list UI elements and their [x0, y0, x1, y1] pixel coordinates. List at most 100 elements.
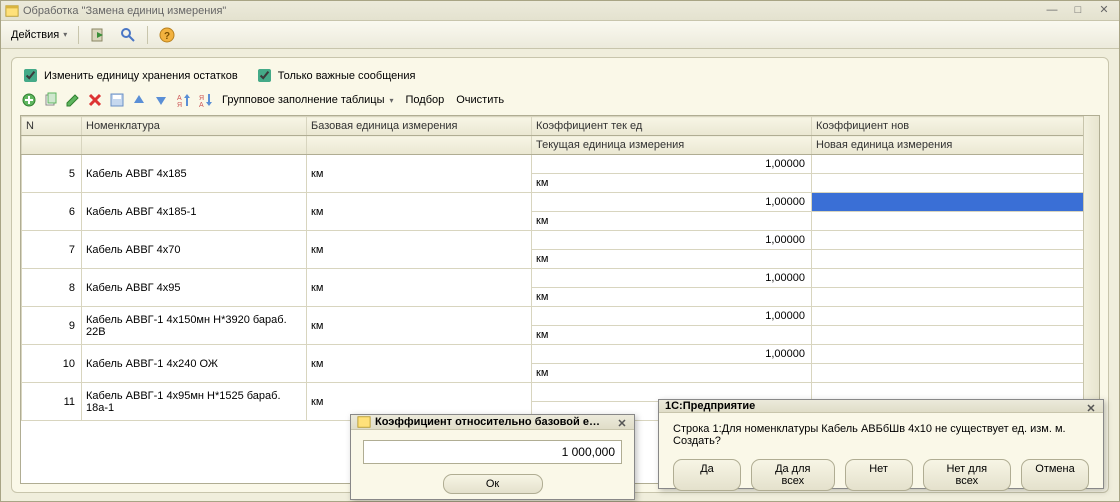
yes-all-button[interactable]: Да для всех: [751, 459, 835, 491]
svg-text:Я: Я: [199, 95, 204, 102]
header-base[interactable]: Базовая единица измерения: [307, 117, 532, 136]
help-button[interactable]: ?: [153, 25, 181, 45]
execute-button[interactable]: [84, 25, 112, 45]
change-storage-unit-input[interactable]: [24, 69, 37, 82]
cancel-button[interactable]: Отмена: [1021, 459, 1089, 491]
coef-input[interactable]: [363, 440, 622, 464]
cell-coef-new[interactable]: [812, 231, 1099, 250]
clear-button[interactable]: Очистить: [452, 92, 508, 108]
minimize-button[interactable]: —: [1041, 3, 1063, 19]
header-coef-new[interactable]: Коэффициент нов: [812, 117, 1099, 136]
maximize-button[interactable]: □: [1067, 3, 1089, 19]
coef-dialog-title-bar[interactable]: Коэффициент относительно базовой е… ✕: [351, 415, 634, 430]
cell-nomen[interactable]: Кабель АВВГ 4x95: [82, 269, 307, 307]
cell-base[interactable]: км: [307, 193, 532, 231]
select-button[interactable]: Подбор: [402, 92, 449, 108]
cell-n[interactable]: 5: [22, 155, 82, 193]
table-row[interactable]: 5Кабель АВВГ 4x185км1,00000: [22, 155, 1099, 174]
only-important-check[interactable]: Только важные сообщения: [254, 66, 416, 85]
change-storage-unit-check[interactable]: Изменить единицу хранения остатков: [20, 66, 238, 85]
table-row[interactable]: 7Кабель АВВГ 4x70км1,00000: [22, 231, 1099, 250]
cell-coef-new[interactable]: [812, 193, 1099, 212]
cell-nomen[interactable]: Кабель АВВГ-1 4x95мн Н*1525 бараб. 18а-1: [82, 383, 307, 421]
coef-ok-button[interactable]: Ок: [443, 474, 543, 494]
cell-cur-unit[interactable]: км: [532, 212, 812, 231]
cell-n[interactable]: 6: [22, 193, 82, 231]
confirm-dialog-title-bar[interactable]: 1С:Предприятие ✕: [659, 400, 1103, 413]
cell-nomen[interactable]: Кабель АВВГ 4x185: [82, 155, 307, 193]
confirm-dialog-close[interactable]: ✕: [1083, 402, 1099, 418]
close-button[interactable]: ✕: [1093, 3, 1115, 19]
cell-n[interactable]: 10: [22, 345, 82, 383]
cell-coef-new[interactable]: [812, 345, 1099, 364]
sort-asc-button[interactable]: АЯ: [174, 91, 192, 109]
save-button[interactable]: [108, 91, 126, 109]
no-all-button[interactable]: Нет для всех: [923, 459, 1011, 491]
cell-nomen[interactable]: Кабель АВВГ-1 4x240 ОЖ: [82, 345, 307, 383]
sort-desc-icon: ЯА: [197, 92, 213, 108]
cell-new-unit[interactable]: [812, 250, 1099, 269]
table-row[interactable]: 8Кабель АВВГ 4x95км1,00000: [22, 269, 1099, 288]
app-icon: [357, 415, 371, 429]
cell-cur-unit[interactable]: км: [532, 326, 812, 345]
cell-coef-new[interactable]: [812, 307, 1099, 326]
yes-button[interactable]: Да: [673, 459, 741, 491]
cell-coef-cur[interactable]: 1,00000: [532, 155, 812, 174]
cell-n[interactable]: 8: [22, 269, 82, 307]
cell-coef-cur[interactable]: 1,00000: [532, 269, 812, 288]
cell-cur-unit[interactable]: км: [532, 364, 812, 383]
add-button[interactable]: [20, 91, 38, 109]
cell-nomen[interactable]: Кабель АВВГ 4x70: [82, 231, 307, 269]
table-row[interactable]: 9Кабель АВВГ-1 4x150мн Н*3920 бараб. 22В…: [22, 307, 1099, 326]
move-up-button[interactable]: [130, 91, 148, 109]
edit-button[interactable]: [64, 91, 82, 109]
cell-new-unit[interactable]: [812, 212, 1099, 231]
cell-base[interactable]: км: [307, 307, 532, 345]
header-coef-cur[interactable]: Коэффициент тек ед: [532, 117, 812, 136]
cell-nomen[interactable]: Кабель АВВГ-1 4x150мн Н*3920 бараб. 22В: [82, 307, 307, 345]
table-row[interactable]: 6Кабель АВВГ 4x185-1км1,00000: [22, 193, 1099, 212]
cell-base[interactable]: км: [307, 231, 532, 269]
cell-n[interactable]: 9: [22, 307, 82, 345]
cell-coef-cur[interactable]: 1,00000: [532, 231, 812, 250]
cell-n[interactable]: 7: [22, 231, 82, 269]
only-important-input[interactable]: [258, 69, 271, 82]
move-down-button[interactable]: [152, 91, 170, 109]
cell-coef-cur[interactable]: 1,00000: [532, 193, 812, 212]
cell-cur-unit[interactable]: км: [532, 288, 812, 307]
subheader-cur[interactable]: Текущая единица измерения: [532, 136, 812, 155]
up-icon: [131, 92, 147, 108]
properties-button[interactable]: [114, 25, 142, 45]
cell-cur-unit[interactable]: км: [532, 174, 812, 193]
actions-menu[interactable]: Действия ▾: [5, 27, 73, 43]
cell-coef-new[interactable]: [812, 269, 1099, 288]
confirm-text: Строка 1:Для номенклатуры Кабель АВБбШв …: [673, 423, 1089, 447]
change-storage-unit-label: Изменить единицу хранения остатков: [44, 70, 238, 82]
copy-button[interactable]: [42, 91, 60, 109]
cell-coef-cur[interactable]: 1,00000: [532, 307, 812, 326]
cell-n[interactable]: 11: [22, 383, 82, 421]
cell-nomen[interactable]: Кабель АВВГ 4x185-1: [82, 193, 307, 231]
group-fill-button[interactable]: Групповое заполнение таблицы▾: [218, 92, 398, 108]
cell-base[interactable]: км: [307, 155, 532, 193]
subheader-new[interactable]: Новая единица измерения: [812, 136, 1099, 155]
sort-desc-button[interactable]: ЯА: [196, 91, 214, 109]
table-row[interactable]: 10Кабель АВВГ-1 4x240 ОЖкм1,00000: [22, 345, 1099, 364]
cell-coef-cur[interactable]: 1,00000: [532, 345, 812, 364]
cell-base[interactable]: км: [307, 345, 532, 383]
cell-new-unit[interactable]: [812, 288, 1099, 307]
cell-new-unit[interactable]: [812, 364, 1099, 383]
cell-coef-new[interactable]: [812, 155, 1099, 174]
separator: [147, 26, 148, 44]
header-nomen[interactable]: Номенклатура: [82, 117, 307, 136]
coefficient-dialog: Коэффициент относительно базовой е… ✕ Ок: [350, 414, 635, 500]
coef-dialog-close[interactable]: ✕: [614, 417, 630, 433]
cell-new-unit[interactable]: [812, 326, 1099, 345]
cell-cur-unit[interactable]: км: [532, 250, 812, 269]
delete-button[interactable]: [86, 91, 104, 109]
no-button[interactable]: Нет: [845, 459, 913, 491]
header-n[interactable]: N: [22, 117, 82, 136]
cell-base[interactable]: км: [307, 269, 532, 307]
cell-new-unit[interactable]: [812, 174, 1099, 193]
copy-icon: [43, 92, 59, 108]
